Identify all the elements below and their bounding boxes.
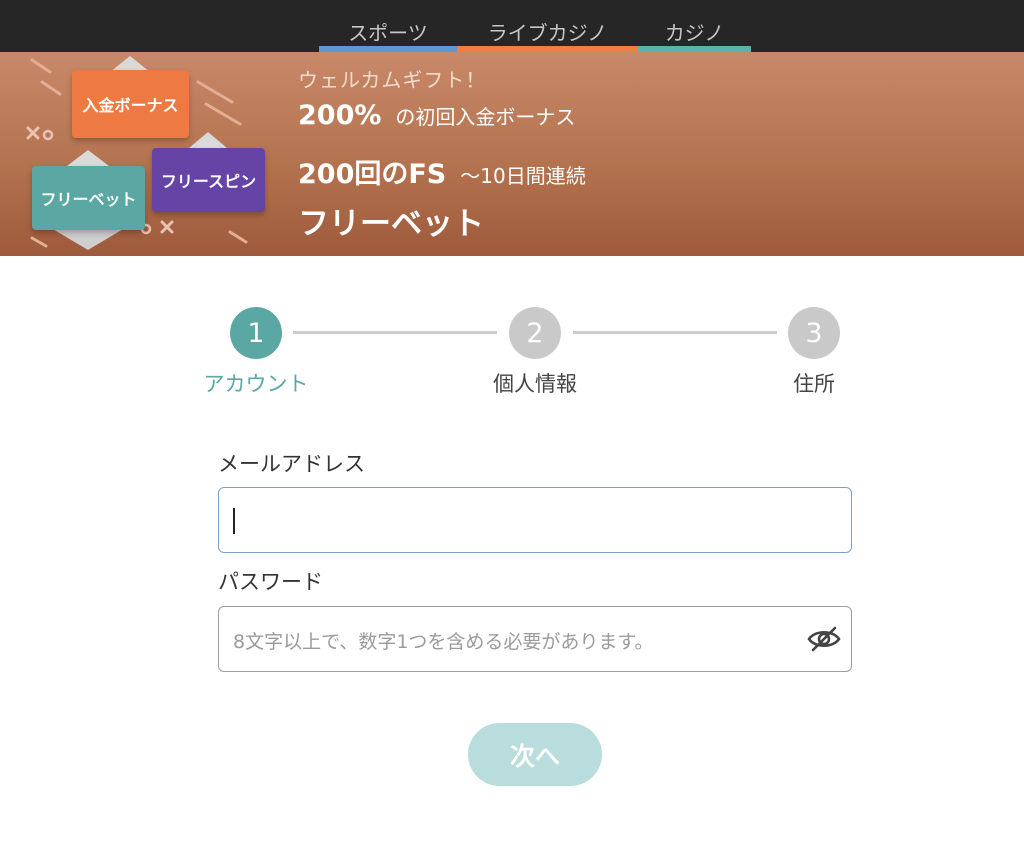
free-spins-line: 200回のFS 〜10日間連続 <box>298 152 586 191</box>
registration-stepper: 1 2 3 アカウント 個人情報 住所 <box>0 256 1024 406</box>
deposit-bonus-line: 200% の初回入金ボーナス <box>298 100 575 131</box>
product-tabs: スポーツ ライブカジノ カジノ <box>319 0 751 52</box>
step-3-circle: 3 <box>788 307 840 359</box>
step-2-label: 個人情報 <box>493 372 577 396</box>
email-label: メールアドレス <box>218 452 365 476</box>
welcome-gift-heading: ウェルカムギフト！ <box>298 68 487 92</box>
step-2-circle: 2 <box>509 307 561 359</box>
step-connector-2-3 <box>573 331 777 334</box>
free-bet-line: フリーベット <box>298 206 484 242</box>
free-spins-duration: 〜10日間連続 <box>460 164 586 188</box>
deposit-bonus-text: の初回入金ボーナス <box>395 105 576 129</box>
next-button[interactable]: 次へ <box>468 723 602 786</box>
tab-sports[interactable]: スポーツ <box>319 0 457 52</box>
tab-casino-label: カジノ <box>664 21 725 45</box>
welcome-banner: 入金ボーナス フリースピン フリーベット ウェルカムギフト！ 200% の初回入金… <box>0 52 1024 256</box>
password-label: パスワード <box>218 570 323 594</box>
free-spins-count: 200回のFS <box>298 159 447 190</box>
free-spin-card: フリースピン <box>152 148 265 212</box>
tab-sports-label: スポーツ <box>348 21 428 45</box>
step-3-label: 住所 <box>793 372 835 396</box>
deposit-bonus-card: 入金ボーナス <box>72 70 189 138</box>
text-caret <box>233 508 235 534</box>
top-navigation: スポーツ ライブカジノ カジノ <box>0 0 1024 52</box>
password-placeholder: 8文字以上で、数字1つを含める必要があります。 <box>233 631 654 653</box>
step-1-circle: 1 <box>230 307 282 359</box>
step-1-label: アカウント <box>203 372 309 396</box>
password-input[interactable]: 8文字以上で、数字1つを含める必要があります。 <box>218 606 852 672</box>
step-connector-1-2 <box>293 331 497 334</box>
tab-casino[interactable]: カジノ <box>638 0 751 52</box>
email-input[interactable] <box>218 487 852 553</box>
tab-live-casino[interactable]: ライブカジノ <box>457 0 638 52</box>
deposit-bonus-percent: 200% <box>298 100 382 131</box>
tab-live-casino-label: ライブカジノ <box>487 21 608 45</box>
eye-slash-icon[interactable] <box>807 624 841 654</box>
banner-illustration: 入金ボーナス フリースピン フリーベット <box>0 52 290 256</box>
free-bet-card: フリーベット <box>32 166 145 230</box>
